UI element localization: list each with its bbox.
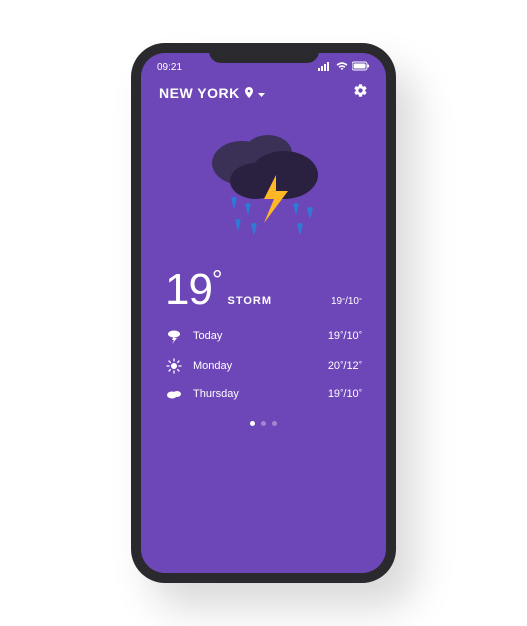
app-screen: 09:21 — [141, 53, 386, 573]
weather-illustration — [141, 103, 386, 265]
storm-cloud-icon — [194, 127, 334, 247]
temp-high-low: 19°/10° — [331, 296, 362, 307]
forecast-range: 19°/10° — [328, 330, 362, 342]
forecast-day: Thursday — [193, 388, 239, 400]
forecast-row[interactable]: Monday 20°/12° — [165, 351, 362, 381]
gear-icon — [353, 83, 368, 98]
phone-frame: 09:21 — [131, 43, 396, 583]
status-icons — [318, 61, 370, 74]
page-dot[interactable] — [261, 421, 266, 426]
page-dot[interactable] — [250, 421, 255, 426]
current-temp: 19° STORM — [165, 265, 272, 315]
wifi-icon — [336, 61, 348, 74]
forecast-range: 19°/10° — [328, 388, 362, 400]
phone-notch — [209, 43, 319, 63]
pagination-dots[interactable] — [141, 407, 386, 440]
condition-label: STORM — [228, 295, 273, 307]
forecast-day: Today — [193, 330, 222, 342]
battery-icon — [352, 61, 370, 74]
header: NEW YORK — [141, 75, 386, 103]
forecast-day: Monday — [193, 360, 232, 372]
location-selector[interactable]: NEW YORK — [159, 85, 265, 101]
temp-value: 19° — [165, 265, 222, 315]
location-name: NEW YORK — [159, 85, 240, 101]
forecast-row[interactable]: Thursday 19°/10° — [165, 381, 362, 407]
chevron-down-icon — [258, 85, 265, 101]
sunny-icon — [165, 358, 183, 374]
page-dot[interactable] — [272, 421, 277, 426]
status-time: 09:21 — [157, 62, 182, 73]
forecast-range: 20°/12° — [328, 360, 362, 372]
current-temp-row: 19° STORM 19°/10° — [141, 265, 386, 315]
settings-button[interactable] — [353, 83, 368, 103]
cloudy-icon — [165, 388, 183, 400]
forecast-row[interactable]: Today 19°/10° — [165, 321, 362, 351]
signal-icon — [318, 61, 332, 74]
storm-icon — [165, 328, 183, 344]
location-pin-icon — [245, 85, 253, 101]
forecast-list: Today 19°/10° Monday 20°/12° T — [141, 315, 386, 407]
